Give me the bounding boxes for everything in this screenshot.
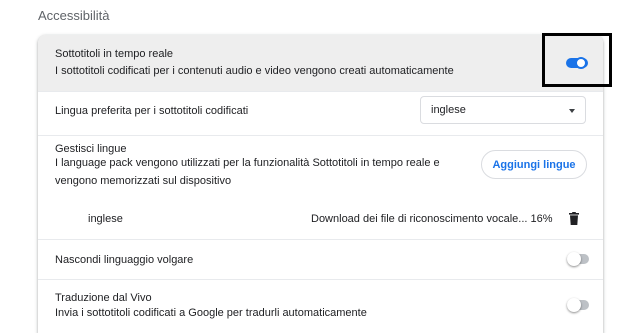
- live-translate-title: Traduzione dal Vivo: [55, 292, 152, 304]
- manage-languages-description-2: vengono memorizzati sul dispositivo: [55, 175, 232, 187]
- mask-profanity-toggle[interactable]: [567, 252, 589, 266]
- add-languages-button[interactable]: Aggiungi lingue: [481, 150, 587, 179]
- settings-page: Accessibilità Sottotitoli in tempo reale…: [0, 0, 640, 333]
- section-title: Accessibilità: [38, 8, 110, 23]
- live-caption-title: Sottotitoli in tempo reale: [55, 48, 174, 60]
- language-item-row: inglese Download dei file di riconoscime…: [38, 199, 603, 239]
- live-translate-toggle[interactable]: [567, 298, 589, 312]
- live-caption-row[interactable]: Sottotitoli in tempo reale I sottotitoli…: [38, 35, 603, 91]
- toggle-knob: [567, 298, 581, 312]
- preferred-language-label: Lingua preferita per i sottotitoli codif…: [55, 105, 249, 117]
- toggle-knob: [567, 252, 581, 266]
- chevron-down-icon: [569, 109, 575, 113]
- highlight-box: [542, 33, 612, 87]
- language-item-name: inglese: [88, 213, 123, 225]
- preferred-language-select[interactable]: inglese: [420, 96, 586, 124]
- trash-icon[interactable]: [569, 212, 579, 225]
- preferred-language-value: inglese: [431, 104, 466, 116]
- live-translate-row[interactable]: Traduzione dal Vivo Invia i sottotitoli …: [38, 279, 603, 333]
- manage-languages-title: Gestisci lingue: [55, 143, 127, 155]
- live-translate-description: Invia i sottotitoli codificati a Google …: [55, 307, 367, 319]
- live-caption-description: I sottotitoli codificati per i contenuti…: [55, 65, 454, 77]
- mask-profanity-label: Nascondi linguaggio volgare: [55, 254, 194, 266]
- accessibility-card: Sottotitoli in tempo reale I sottotitoli…: [38, 35, 603, 333]
- mask-profanity-row[interactable]: Nascondi linguaggio volgare: [38, 239, 603, 279]
- manage-languages-description-1: I language pack vengono utilizzati per l…: [55, 157, 440, 169]
- language-item-status: Download dei file di riconoscimento voca…: [311, 213, 553, 225]
